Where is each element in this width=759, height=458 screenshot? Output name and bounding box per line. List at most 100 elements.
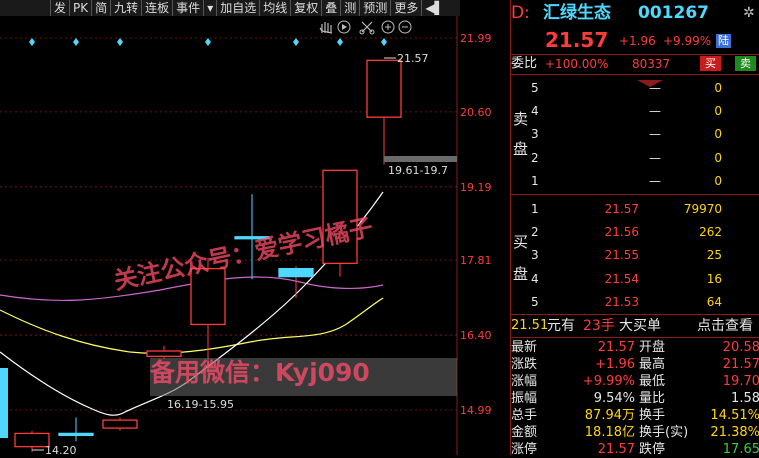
level-number: 2 xyxy=(531,225,539,240)
level-volume: 0 xyxy=(714,104,722,119)
level-number: 2 xyxy=(531,150,539,165)
toolbar-btn-pk[interactable]: PK xyxy=(69,0,91,16)
signal-diamond-icon xyxy=(293,38,299,46)
candle-body xyxy=(58,432,94,437)
stat-row: 涨跌 +1.96 最高 21.57 xyxy=(511,356,759,373)
bid-row[interactable]: 1 21.57 79970 xyxy=(511,198,759,221)
level-volume: 16 xyxy=(706,271,722,286)
bid-row[interactable]: 5 21.53 64 xyxy=(511,291,759,314)
level-number: 4 xyxy=(531,104,539,119)
price-tick-label: 14.99 xyxy=(460,404,492,417)
minus-circle-icon[interactable] xyxy=(398,20,412,34)
stat-value: 21.57 xyxy=(722,357,759,372)
bid-row[interactable]: 4 21.54 16 xyxy=(511,268,759,291)
toolbar-btn-add-favorite[interactable]: 加自选 xyxy=(216,0,259,16)
bid-row[interactable]: 3 21.55 25 xyxy=(511,244,759,267)
toolbar-btn-fa[interactable]: 发 xyxy=(50,0,69,16)
play-icon[interactable] xyxy=(337,20,351,34)
quote-panel: D: 汇绿生态 001267 ✲ 21.57 +1.96 +9.99% 陆 委比… xyxy=(510,0,759,458)
level-volume: 64 xyxy=(706,294,722,309)
chart-icon-row xyxy=(319,20,412,35)
buy-button[interactable]: 买 xyxy=(700,56,721,71)
divider xyxy=(511,337,759,338)
weibi-value: +100.00% xyxy=(545,57,609,71)
ask-row[interactable]: 5 — 0 xyxy=(511,77,759,100)
toolbar-btn-overlay[interactable]: 叠 xyxy=(321,0,340,16)
bid-row[interactable]: 2 21.56 262 xyxy=(511,221,759,244)
partial-candle xyxy=(0,368,8,438)
code-prefix: D: xyxy=(511,3,530,23)
toolbar-collapse-icon[interactable]: ◀▌ xyxy=(421,0,446,16)
big-order-lots: 23手 xyxy=(583,318,615,334)
toolbar-btn-lianban[interactable]: 连板 xyxy=(141,0,172,16)
hand-icon[interactable] xyxy=(319,22,333,34)
toolbar-btn-ma[interactable]: 均线 xyxy=(259,0,290,16)
price-tick-label: 16.40 xyxy=(460,329,492,342)
stat-value: +1.96 xyxy=(595,357,635,372)
toolbar-dropdown-icon[interactable]: ▾ xyxy=(203,0,216,16)
toolbar-btn-more[interactable]: 更多 xyxy=(390,0,421,16)
toolbar-btn-jian[interactable]: 简 xyxy=(91,0,110,16)
signal-diamond-icon xyxy=(381,38,387,46)
price-tick-label: 19.19 xyxy=(460,181,492,194)
candle-body xyxy=(278,267,314,278)
stat-label: 最高 xyxy=(639,357,666,372)
level-volume: 79970 xyxy=(683,202,722,216)
ask-row[interactable]: 2 — 0 xyxy=(511,147,759,170)
scissors-icon[interactable] xyxy=(359,21,375,35)
gear-icon[interactable]: ✲ xyxy=(743,0,755,26)
big-order-link[interactable]: 点击查看 xyxy=(697,316,753,336)
stat-value: 1.58 xyxy=(731,391,759,406)
sell-button[interactable]: 卖 xyxy=(735,56,756,71)
level-volume: 0 xyxy=(714,127,722,142)
level-price: 21.53 xyxy=(604,294,639,309)
stat-label: 涨跌 xyxy=(511,357,538,372)
stat-row: 总手 87.94万 换手 14.51% xyxy=(511,407,759,424)
toolbar-btn-adjust[interactable]: 复权 xyxy=(290,0,321,16)
stat-value: 21.57 xyxy=(597,442,635,457)
toolbar-btn-predict[interactable]: 预测 xyxy=(359,0,390,16)
support-range-label: 16.19-15.95 xyxy=(167,398,234,411)
level-volume: 0 xyxy=(714,150,722,165)
stat-value: 87.94万 xyxy=(584,408,635,423)
stat-value: 18.18亿 xyxy=(584,425,635,440)
stat-value: +9.99% xyxy=(582,374,635,389)
stat-value: 17.65 xyxy=(722,442,759,457)
price-tick-label: 20.60 xyxy=(460,106,492,119)
candle-body xyxy=(102,419,138,429)
stat-label: 换手 xyxy=(639,408,666,423)
level-price: — xyxy=(649,127,661,142)
ask-row[interactable]: 3 — 0 xyxy=(511,123,759,146)
price-tick-label: 17.81 xyxy=(460,254,492,267)
level-volume: 262 xyxy=(699,225,722,240)
kline-chart[interactable]: 21.99 20.60 19.19 17.81 16.40 14.99 21.57 19.6… xyxy=(0,0,510,455)
ask-row[interactable]: 1 — 0 xyxy=(511,170,759,193)
quote-price-row: 21.57 +1.96 +9.99% 陆 xyxy=(511,26,759,54)
level-number: 3 xyxy=(531,127,539,142)
stat-label: 振幅 xyxy=(511,391,538,406)
stat-label: 总手 xyxy=(511,408,538,423)
toolbar-btn-measure[interactable]: 测 xyxy=(340,0,359,16)
toolbar-btn-jiuzhuan[interactable]: 九转 xyxy=(110,0,141,16)
limit-up-bar xyxy=(384,156,457,162)
limit-range-label: 19.61-19.7 xyxy=(388,164,448,177)
level-volume: 0 xyxy=(714,173,722,188)
divider xyxy=(511,74,759,75)
divider xyxy=(511,314,759,315)
ask-row[interactable]: 4 — 0 xyxy=(511,100,759,123)
stat-row: 涨停 21.57 跌停 17.65 xyxy=(511,441,759,458)
weibi-row: 委比 +100.00% 80337 买 卖 xyxy=(511,55,759,73)
big-order-row: 21.51 元有 23手 大买单 点击查看 xyxy=(511,316,759,336)
market-tag: 陆 xyxy=(716,34,731,48)
weibi-label: 委比 xyxy=(511,56,538,71)
big-order-amount: 21.51 xyxy=(511,318,549,333)
stat-label: 开盘 xyxy=(639,340,666,355)
stat-label: 量比 xyxy=(639,391,666,406)
last-price: 21.57 xyxy=(545,28,609,52)
toolbar-btn-shijian[interactable]: 事件 xyxy=(172,0,203,16)
signal-diamond-icon xyxy=(29,38,35,46)
stat-value: 14.51% xyxy=(710,408,759,423)
plus-circle-icon[interactable] xyxy=(381,20,395,34)
stat-row: 最新 21.57 开盘 20.58 xyxy=(511,339,759,356)
stat-row: 涨幅 +9.99% 最低 19.70 xyxy=(511,373,759,390)
